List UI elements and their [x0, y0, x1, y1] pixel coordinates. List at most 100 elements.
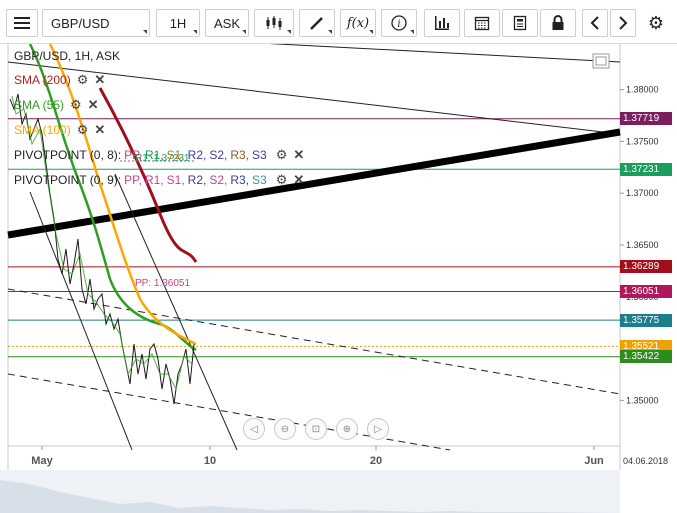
- pivot-legend-row[interactable]: PIVOTPOINT (0, 8): PP, R1, S1, R2, S2, R3, S3 ⚙ ✕: [14, 147, 304, 163]
- pivot-level-label: S3: [252, 148, 267, 162]
- close-icon[interactable]: ✕: [94, 72, 105, 88]
- gear-icon[interactable]: ⚙: [276, 172, 288, 188]
- indicator-legend-row[interactable]: SMA (100) ⚙ ✕: [14, 122, 105, 138]
- info-button[interactable]: i: [381, 9, 417, 37]
- navigator-area: [0, 480, 620, 513]
- chart-header: GBP/USD, 1H, ASK: [14, 49, 121, 63]
- scroll-right-button[interactable]: ▷: [367, 418, 389, 440]
- gear-icon[interactable]: ⚙: [77, 72, 89, 88]
- y-tick-label: 1.37000: [626, 188, 659, 198]
- calendar-button[interactable]: [464, 9, 500, 37]
- gear-icon[interactable]: ⚙: [276, 147, 288, 163]
- screenshot-icon[interactable]: [592, 53, 610, 69]
- menu-icon: [14, 14, 30, 32]
- template-icon: [513, 15, 527, 31]
- scroll-forward-button[interactable]: [610, 9, 636, 37]
- function-icon: f(x): [346, 15, 370, 31]
- indicator-legend-row[interactable]: SMA (55) ⚙ ✕: [14, 97, 99, 113]
- scroll-left-button[interactable]: ◁: [243, 418, 265, 440]
- template-button[interactable]: [502, 9, 538, 37]
- pivot-level-label: S3: [252, 173, 267, 187]
- indicator-label: SMA (100): [14, 123, 71, 137]
- date-label-area: [620, 470, 677, 513]
- function-button[interactable]: f(x): [340, 9, 376, 37]
- y-tick-label: 1.36500: [626, 240, 659, 250]
- navigator-strip[interactable]: [0, 470, 620, 513]
- x-tick-label: 20: [370, 455, 382, 467]
- chart-type-button[interactable]: [254, 9, 294, 37]
- pivot-level-label: R3,: [230, 148, 250, 162]
- gear-icon[interactable]: ⚙: [77, 122, 89, 138]
- reset-button[interactable]: ⊡: [305, 418, 327, 440]
- indicators-button[interactable]: [424, 9, 460, 37]
- sma-55-line[interactable]: [28, 44, 197, 352]
- svg-text:i: i: [397, 19, 400, 30]
- menu-button[interactable]: [6, 9, 38, 37]
- pivot-level-label: R2,: [187, 173, 207, 187]
- candlestick-icon: [266, 16, 282, 30]
- dashed-channel-upper[interactable]: [7, 288, 621, 395]
- dashed-channel-lower[interactable]: [7, 373, 451, 451]
- dropdown-arrow-icon: [193, 30, 197, 34]
- pivot-legend-row[interactable]: PIVOTPOINT (0, 9): PP, R1, S1, R2, S2, R3, S3 ⚙ ✕: [14, 172, 304, 188]
- gear-icon[interactable]: ⚙: [70, 97, 82, 113]
- dropdown-arrow-icon: [242, 30, 246, 34]
- price-type-label: ASK: [213, 15, 240, 31]
- pivot-level-label: PP,: [124, 148, 142, 162]
- dropdown-arrow-icon: [287, 30, 291, 34]
- dropdown-arrow-icon: [369, 30, 373, 34]
- price-level-badge: 1.37719: [620, 112, 672, 126]
- pivot-separator: :: [117, 173, 122, 187]
- y-tick-label: 1.38000: [626, 85, 659, 95]
- draw-icon: [310, 17, 323, 30]
- zoom-in-icon: ⊕: [342, 423, 352, 435]
- trendline-top[interactable]: [240, 44, 621, 63]
- pivot-label: PIVOTPOINT (0, 9): [14, 173, 118, 187]
- pivot-level-label: S1,: [166, 173, 185, 187]
- price-level-badge: 1.35422: [620, 350, 672, 364]
- chart-canvas[interactable]: 1.380001.375001.370001.365001.360001.355…: [0, 44, 677, 513]
- interval-selector[interactable]: 1H: [156, 9, 200, 37]
- close-icon[interactable]: ✕: [88, 97, 99, 113]
- x-tick-label: 10: [204, 455, 216, 467]
- bar-chart-icon: [435, 16, 449, 30]
- pivot-level-label: R1,: [144, 173, 164, 187]
- pp-label: PP: 1.36051: [135, 278, 190, 289]
- zoom-out-icon: ⊖: [280, 423, 290, 435]
- price-level-badge: 1.35775: [620, 313, 672, 327]
- price-level-badge: 1.37231: [620, 162, 672, 176]
- pivot-level-label: R1,: [144, 148, 164, 162]
- draw-button[interactable]: [299, 9, 335, 37]
- x-axis-ticks: May 10 20 Jun 04.06.2018: [31, 446, 668, 467]
- pivot-level-label: R3,: [230, 173, 250, 187]
- lock-icon: [552, 15, 564, 30]
- indicator-legend-row[interactable]: SMA (200) ⚙ ✕: [14, 72, 105, 88]
- pivot-label: PIVOTPOINT (0, 8): [14, 148, 118, 162]
- date-label: 04.06.2018: [623, 456, 668, 466]
- zoom-in-button[interactable]: ⊕: [336, 418, 358, 440]
- dropdown-arrow-icon: [328, 30, 332, 34]
- interval-label: 1H: [169, 15, 187, 31]
- pivot-level-label: S1,: [166, 148, 185, 162]
- close-icon[interactable]: ✕: [293, 172, 304, 188]
- pivot-level-label: S2,: [209, 148, 228, 162]
- x-tick-label: Jun: [584, 455, 604, 467]
- toolbar: GBP/USD 1H ASK f(x) i ⚙: [0, 0, 677, 44]
- close-icon[interactable]: ✕: [293, 147, 304, 163]
- calendar-icon: [474, 16, 490, 31]
- scroll-back-button[interactable]: [582, 9, 608, 37]
- lock-button[interactable]: [540, 9, 576, 37]
- zoom-out-button[interactable]: ⊖: [274, 418, 296, 440]
- reset-icon: ⊡: [311, 423, 321, 435]
- pivot-level-label: S2,: [209, 173, 228, 187]
- price-type-selector[interactable]: ASK: [205, 9, 249, 37]
- x-tick-label: May: [31, 455, 53, 467]
- settings-button[interactable]: ⚙: [642, 9, 670, 37]
- close-icon[interactable]: ✕: [94, 122, 105, 138]
- price-level-badge: 1.36051: [620, 285, 672, 299]
- symbol-selector[interactable]: GBP/USD: [42, 9, 150, 37]
- price-level-badge: 1.36289: [620, 260, 672, 274]
- chevron-left-icon: [590, 16, 599, 30]
- pivot-level-label: PP,: [124, 173, 142, 187]
- scroll-left-icon: ◁: [250, 423, 258, 435]
